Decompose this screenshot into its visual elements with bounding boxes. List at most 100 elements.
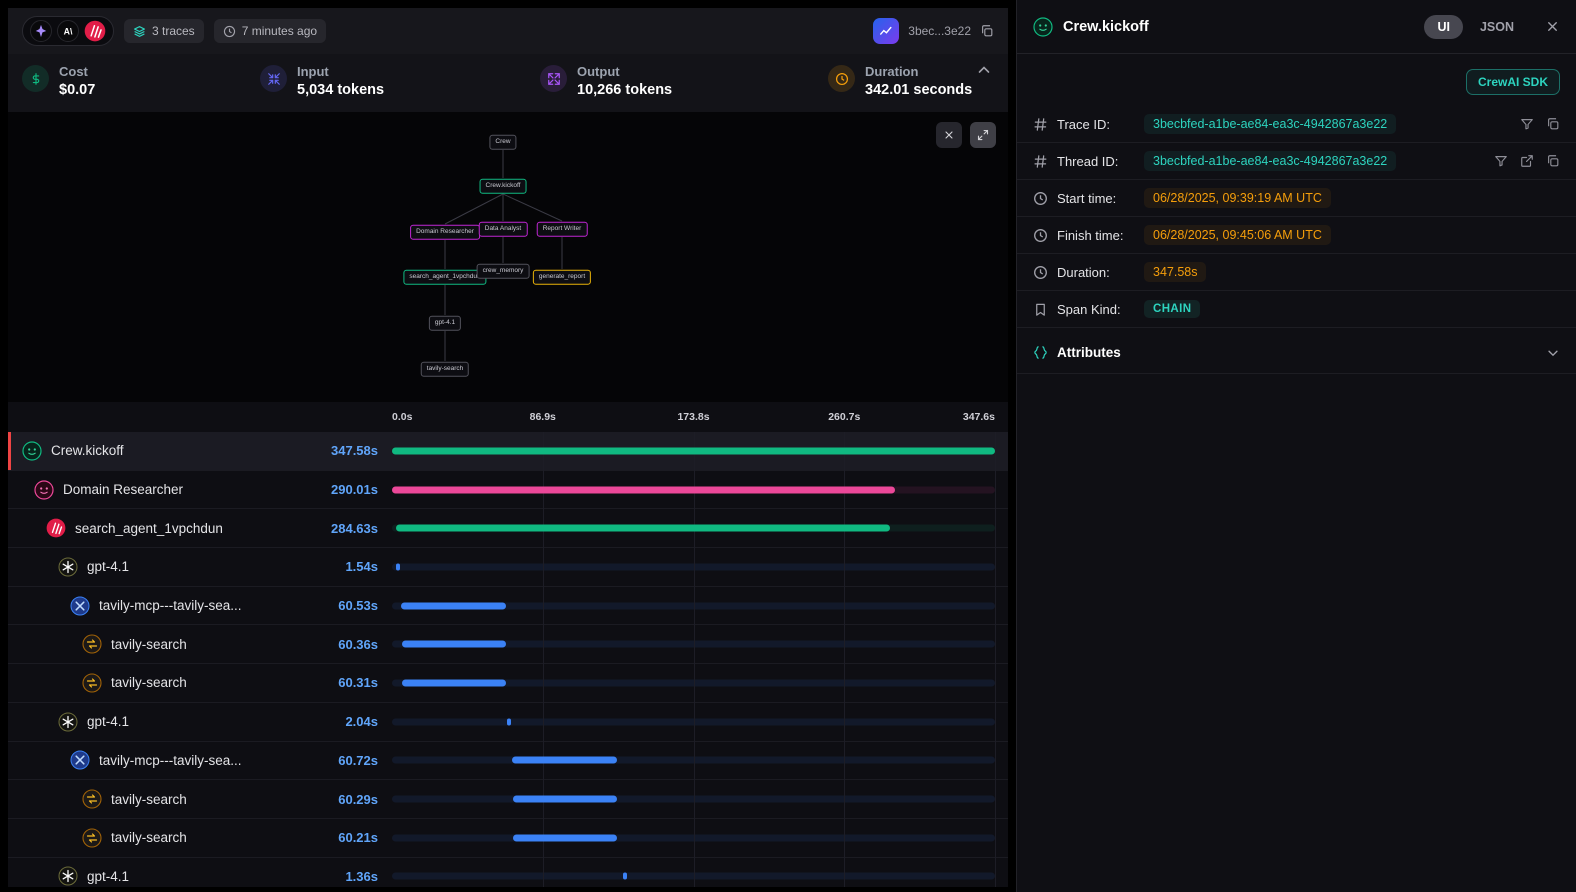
duration-bar[interactable] bbox=[396, 525, 890, 532]
field-label: Duration: bbox=[1057, 265, 1135, 280]
duration-bar[interactable] bbox=[507, 718, 511, 725]
duration-bar[interactable] bbox=[392, 447, 995, 454]
timeline-row[interactable]: gpt-4.1 2.04s bbox=[8, 703, 1008, 742]
axis-tick: 347.6s bbox=[963, 411, 995, 423]
clock-icon bbox=[1033, 191, 1048, 206]
timeline-row[interactable]: gpt-4.1 1.36s bbox=[8, 858, 1008, 887]
timeline-row[interactable]: gpt-4.1 1.54s bbox=[8, 548, 1008, 587]
field-value[interactable]: 3becbfed-a1be-ae84-ea3c-4942867a3e22 bbox=[1144, 151, 1396, 171]
stat-value: $0.07 bbox=[59, 83, 95, 98]
graph-node[interactable]: Crew bbox=[489, 135, 516, 150]
graph-node[interactable]: tavily-search bbox=[421, 362, 469, 377]
stat-duration: Duration 342.01 seconds bbox=[828, 65, 972, 99]
sparkle-icon[interactable] bbox=[30, 20, 52, 42]
stat-output: Output 10,266 tokens bbox=[540, 65, 828, 99]
traces-count-badge[interactable]: 3 traces bbox=[124, 19, 204, 43]
duration-bar[interactable] bbox=[512, 757, 617, 764]
duration-bar[interactable] bbox=[401, 602, 506, 609]
stat-input: Input 5,034 tokens bbox=[260, 65, 540, 99]
field-value[interactable]: 06/28/2025, 09:39:19 AM UTC bbox=[1144, 188, 1331, 208]
field-value[interactable]: 347.58s bbox=[1144, 262, 1206, 282]
svg-text:A\: A\ bbox=[64, 27, 73, 37]
timeline-row[interactable]: tavily-search 60.29s bbox=[8, 780, 1008, 819]
time-ago-badge[interactable]: 7 minutes ago bbox=[214, 19, 326, 43]
axis-tick: 86.9s bbox=[530, 411, 556, 423]
expand-graph-button[interactable] bbox=[970, 122, 996, 148]
copy-icon[interactable] bbox=[980, 24, 994, 38]
row-bar-cell bbox=[392, 819, 995, 857]
duration-bar[interactable] bbox=[396, 563, 400, 570]
attributes-section-toggle[interactable]: Attributes bbox=[1017, 332, 1576, 374]
row-label-cell: tavily-search 60.36s bbox=[8, 625, 392, 663]
clock-icon bbox=[223, 25, 236, 38]
row-bar-cell bbox=[392, 858, 995, 887]
row-bar-cell bbox=[392, 703, 995, 741]
row-label-cell: tavily-mcp---tavily-sea... 60.72s bbox=[8, 742, 392, 780]
timeline-row[interactable]: tavily-search 60.31s bbox=[8, 664, 1008, 703]
filter-icon[interactable] bbox=[1494, 154, 1508, 168]
ai-logo-icon[interactable]: A\ bbox=[57, 20, 79, 42]
crewai-logo-icon[interactable] bbox=[84, 20, 106, 42]
graph-controls bbox=[936, 122, 996, 148]
copy-icon[interactable] bbox=[1546, 154, 1560, 168]
graph-node[interactable]: crew_memory bbox=[477, 264, 530, 279]
row-label-cell: tavily-search 60.29s bbox=[8, 780, 392, 818]
duration-bar[interactable] bbox=[623, 873, 627, 880]
axis-tick: 0.0s bbox=[392, 411, 412, 423]
graph-node[interactable]: Report Writer bbox=[537, 222, 588, 237]
graph-node[interactable]: Domain Researcher bbox=[410, 225, 480, 240]
duration-bar[interactable] bbox=[402, 641, 507, 648]
graph-node[interactable]: Crew.kickoff bbox=[480, 179, 527, 194]
graph-node[interactable]: Data Analyst bbox=[479, 222, 528, 237]
filter-icon[interactable] bbox=[1520, 117, 1534, 131]
field-value[interactable]: 3becbfed-a1be-ae84-ea3c-4942867a3e22 bbox=[1144, 114, 1396, 134]
dollar-icon bbox=[22, 65, 49, 92]
timeline-row[interactable]: tavily-mcp---tavily-sea... 60.72s bbox=[8, 742, 1008, 781]
field-value[interactable]: 06/28/2025, 09:45:06 AM UTC bbox=[1144, 225, 1331, 245]
stat-value: 10,266 tokens bbox=[577, 83, 672, 98]
chart-icon[interactable] bbox=[873, 18, 899, 44]
span-name: tavily-search bbox=[111, 792, 187, 807]
duration-track bbox=[392, 834, 995, 841]
chevron-up-icon[interactable] bbox=[976, 62, 992, 78]
duration-bar[interactable] bbox=[402, 679, 507, 686]
field-label: Trace ID: bbox=[1057, 117, 1135, 132]
detail-field: Thread ID: 3becbfed-a1be-ae84-ea3c-49428… bbox=[1017, 143, 1576, 180]
row-label-cell: tavily-search 60.21s bbox=[8, 819, 392, 857]
clock-icon bbox=[1033, 265, 1048, 280]
span-name: gpt-4.1 bbox=[87, 559, 129, 574]
span-duration: 347.58s bbox=[331, 443, 392, 458]
span-title: Crew.kickoff bbox=[1063, 19, 1414, 35]
duration-bar[interactable] bbox=[513, 834, 617, 841]
close-icon[interactable] bbox=[1545, 19, 1560, 34]
external-link-icon[interactable] bbox=[1520, 154, 1534, 168]
bookmark-icon bbox=[1033, 302, 1048, 317]
timeline-row[interactable]: tavily-search 60.21s bbox=[8, 819, 1008, 858]
graph-node[interactable]: search_agent_1vpchdun bbox=[403, 270, 486, 285]
trace-graph[interactable]: Crew Crew.kickoff Domain ResearcherData An… bbox=[8, 112, 1008, 402]
graph-edges bbox=[8, 112, 1008, 402]
copy-icon[interactable] bbox=[1546, 117, 1560, 131]
span-name: search_agent_1vpchdun bbox=[75, 521, 223, 536]
tab-ui[interactable]: UI bbox=[1424, 15, 1463, 39]
duration-bar[interactable] bbox=[392, 486, 895, 493]
route-icon bbox=[82, 789, 102, 809]
field-value[interactable]: CHAIN bbox=[1144, 300, 1200, 318]
graph-node[interactable]: gpt-4.1 bbox=[429, 316, 461, 331]
duration-bar[interactable] bbox=[513, 796, 618, 803]
tab-json[interactable]: JSON bbox=[1467, 15, 1527, 39]
view-tabs: UIJSON bbox=[1424, 15, 1527, 39]
timeline-row[interactable]: Domain Researcher 290.01s bbox=[8, 471, 1008, 510]
crew-icon bbox=[22, 441, 42, 461]
duration-track bbox=[392, 873, 995, 880]
timeline-row[interactable]: tavily-search 60.36s bbox=[8, 625, 1008, 664]
graph-node[interactable]: generate_report bbox=[533, 270, 591, 285]
close-graph-button[interactable] bbox=[936, 122, 962, 148]
detail-fields: Trace ID: 3becbfed-a1be-ae84-ea3c-494286… bbox=[1017, 106, 1576, 328]
openai-icon bbox=[58, 557, 78, 577]
timeline-row[interactable]: search_agent_1vpchdun 284.63s bbox=[8, 509, 1008, 548]
timeline-row[interactable]: Crew.kickoff 347.58s bbox=[8, 432, 1008, 471]
stat-label: Output bbox=[577, 65, 672, 78]
timeline-row[interactable]: tavily-mcp---tavily-sea... 60.53s bbox=[8, 587, 1008, 626]
attributes-label: Attributes bbox=[1057, 345, 1121, 360]
